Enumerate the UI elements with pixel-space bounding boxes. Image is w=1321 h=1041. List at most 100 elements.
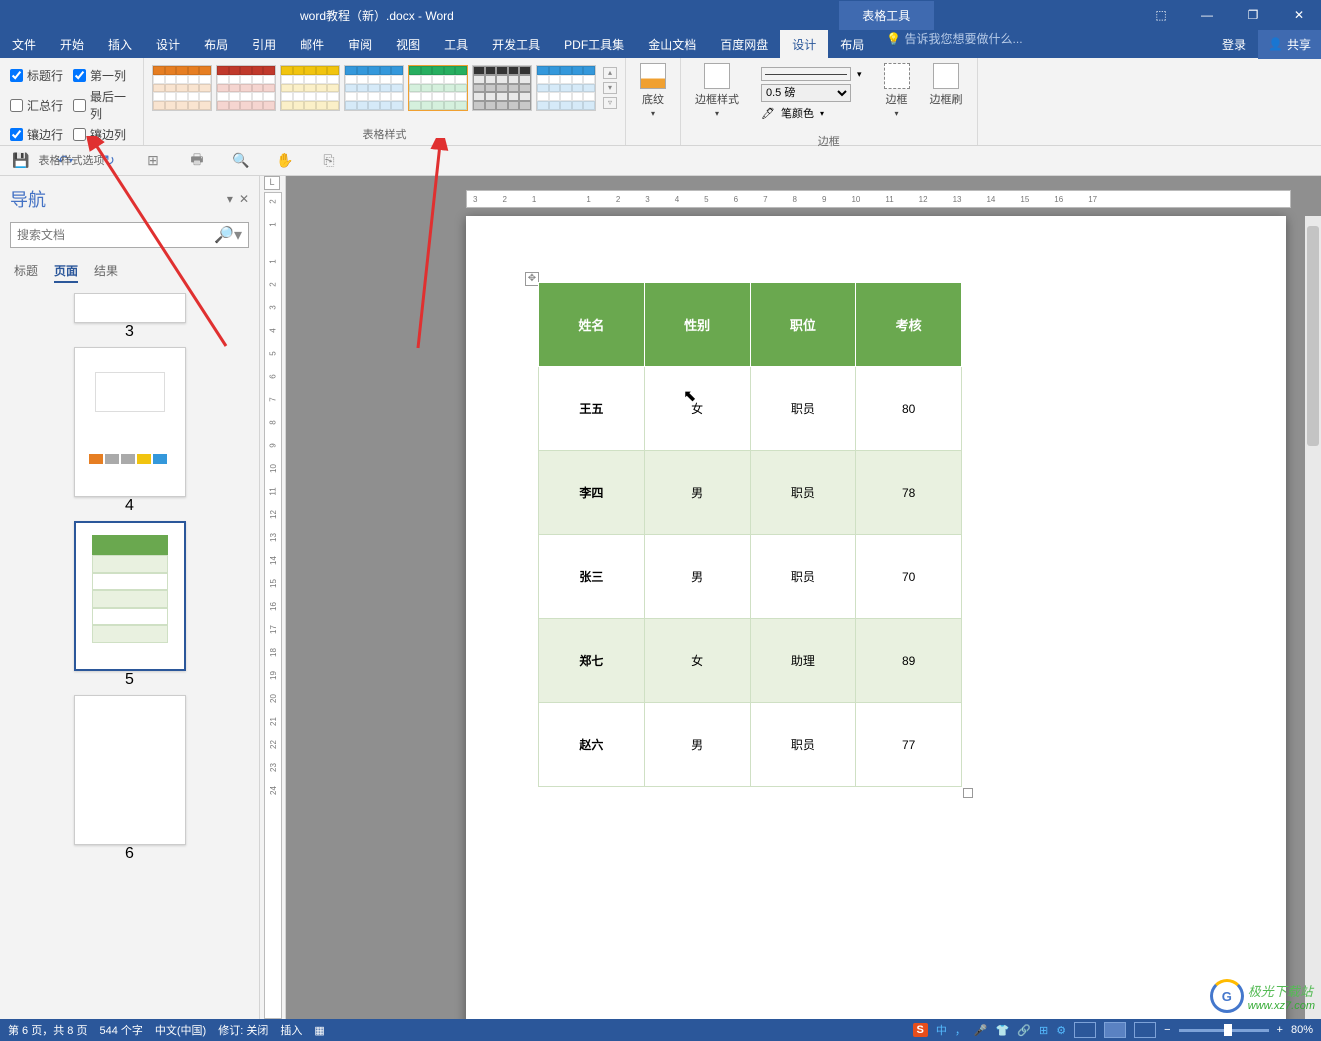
table-style-1[interactable] xyxy=(152,65,212,111)
thumb-page-4[interactable] xyxy=(74,347,186,497)
zoom-level[interactable]: 80% xyxy=(1291,1024,1313,1036)
zoom-in-icon[interactable]: + xyxy=(1277,1024,1283,1036)
nav-tab-headings[interactable]: 标题 xyxy=(14,262,38,283)
ime-sogou-icon[interactable]: S xyxy=(913,1023,928,1037)
ribbon-options-icon[interactable]: ⬚ xyxy=(1139,1,1183,29)
tab-insert[interactable]: 插入 xyxy=(96,30,144,58)
table-cell[interactable]: 李四 xyxy=(539,451,645,535)
table-row[interactable]: 王五女职员80 xyxy=(539,367,962,451)
tab-table-layout[interactable]: 布局 xyxy=(828,30,876,58)
table-row[interactable]: 李四男职员78 xyxy=(539,451,962,535)
view-print-icon[interactable] xyxy=(1104,1022,1126,1038)
borders-button[interactable]: 边框▾ xyxy=(878,61,916,130)
table-cell[interactable]: 男 xyxy=(644,703,750,787)
ime-shirt-icon[interactable]: 👕 xyxy=(996,1024,1010,1037)
table-cell[interactable]: 77 xyxy=(856,703,962,787)
table-cell[interactable]: 助理 xyxy=(750,619,856,703)
table-cell[interactable]: 职员 xyxy=(750,535,856,619)
chk-last-col[interactable]: 最后一列 xyxy=(73,88,133,122)
tab-view[interactable]: 视图 xyxy=(384,30,432,58)
table-header-3[interactable]: 考核 xyxy=(856,283,962,367)
tab-pdf[interactable]: PDF工具集 xyxy=(552,30,636,58)
tab-table-design[interactable]: 设计 xyxy=(780,30,828,58)
status-track[interactable]: 修订: 关闭 xyxy=(218,1022,268,1038)
chk-first-col[interactable]: 第一列 xyxy=(73,67,133,84)
table-resize-handle[interactable] xyxy=(963,788,973,798)
tab-references[interactable]: 引用 xyxy=(240,30,288,58)
zoom-out-icon[interactable]: − xyxy=(1164,1024,1170,1036)
nav-tab-pages[interactable]: 页面 xyxy=(54,262,78,283)
tab-tools[interactable]: 工具 xyxy=(432,30,480,58)
table-style-5[interactable] xyxy=(408,65,468,111)
horizontal-ruler[interactable]: 3211234567891011121314151617 xyxy=(466,190,1291,208)
table-row[interactable]: 张三男职员70 xyxy=(539,535,962,619)
table-row[interactable]: 郑七女助理89 xyxy=(539,619,962,703)
tab-layout[interactable]: 布局 xyxy=(192,30,240,58)
border-style-button[interactable]: 边框样式▾ xyxy=(689,61,745,130)
tell-me-box[interactable]: 💡 告诉我您想要做什么... xyxy=(876,30,1032,58)
table-cell[interactable]: 女 xyxy=(644,367,750,451)
tab-jinshan[interactable]: 金山文档 xyxy=(636,30,708,58)
chk-total-row[interactable]: 汇总行 xyxy=(10,88,63,122)
vertical-scrollbar[interactable] xyxy=(1305,216,1321,1019)
chk-banded-rows[interactable]: 镶边行 xyxy=(10,126,63,143)
tab-mailings[interactable]: 邮件 xyxy=(288,30,336,58)
thumb-page-5[interactable] xyxy=(74,521,186,671)
status-mode[interactable]: 插入 xyxy=(280,1022,302,1038)
share-button[interactable]: 👤共享 xyxy=(1258,30,1321,59)
table-cell[interactable]: 78 xyxy=(856,451,962,535)
table-cell[interactable]: 赵六 xyxy=(539,703,645,787)
ime-link-icon[interactable]: 🔗 xyxy=(1017,1024,1031,1037)
table-cell[interactable]: 王五 xyxy=(539,367,645,451)
ime-grid-icon[interactable]: ⊞ xyxy=(1039,1024,1048,1037)
table-cell[interactable]: 张三 xyxy=(539,535,645,619)
ime-cn[interactable]: 中 xyxy=(936,1022,947,1038)
minimize-button[interactable]: — xyxy=(1185,1,1229,29)
table-style-6[interactable] xyxy=(472,65,532,111)
table-cell[interactable]: 80 xyxy=(856,367,962,451)
styles-expand[interactable]: ▴▾▿ xyxy=(603,65,617,111)
ruler-corner[interactable]: L xyxy=(264,176,280,190)
close-button[interactable]: ✕ xyxy=(1277,1,1321,29)
qat-icon-7[interactable]: ✋ xyxy=(276,152,294,170)
chk-header-row[interactable]: 标题行 xyxy=(10,67,63,84)
status-page[interactable]: 第 6 页，共 8 页 xyxy=(8,1022,87,1038)
table-style-4[interactable] xyxy=(344,65,404,111)
table-cell[interactable]: 女 xyxy=(644,619,750,703)
data-table[interactable]: 姓名性别职位考核 王五女职员80李四男职员78张三男职员70郑七女助理89赵六男… xyxy=(538,282,962,787)
table-header-0[interactable]: 姓名 xyxy=(539,283,645,367)
table-style-3[interactable] xyxy=(280,65,340,111)
tab-baidu[interactable]: 百度网盘 xyxy=(708,30,780,58)
ime-gear-icon[interactable]: ⚙ xyxy=(1056,1024,1066,1037)
status-macro-icon[interactable]: ▦ xyxy=(314,1024,324,1037)
table-cell[interactable]: 89 xyxy=(856,619,962,703)
table-cell[interactable]: 男 xyxy=(644,535,750,619)
table-cell[interactable]: 70 xyxy=(856,535,962,619)
table-cell[interactable]: 郑七 xyxy=(539,619,645,703)
table-cell[interactable]: 职员 xyxy=(750,451,856,535)
tab-review[interactable]: 审阅 xyxy=(336,30,384,58)
thumb-page-6[interactable] xyxy=(74,695,186,845)
table-header-2[interactable]: 职位 xyxy=(750,283,856,367)
table-row[interactable]: 赵六男职员77 xyxy=(539,703,962,787)
border-painter-button[interactable]: 边框刷 xyxy=(924,61,969,130)
pen-color-button[interactable]: 🖊笔颜色▾ xyxy=(761,105,862,121)
qat-icon-8[interactable]: ⎘ xyxy=(320,152,338,170)
maximize-button[interactable]: ❐ xyxy=(1231,1,1275,29)
status-lang[interactable]: 中文(中国) xyxy=(155,1022,206,1038)
table-cell[interactable]: 男 xyxy=(644,451,750,535)
border-line-preview[interactable]: ▾ xyxy=(761,67,862,81)
table-cell[interactable]: 职员 xyxy=(750,367,856,451)
view-web-icon[interactable] xyxy=(1134,1022,1156,1038)
table-header-1[interactable]: 性别 xyxy=(644,283,750,367)
login-button[interactable]: 登录 xyxy=(1210,30,1258,59)
tab-home[interactable]: 开始 xyxy=(48,30,96,58)
tab-file[interactable]: 文件 xyxy=(0,30,48,58)
shading-button[interactable]: 底纹▾ xyxy=(634,61,672,120)
table-style-2[interactable] xyxy=(216,65,276,111)
border-width-select[interactable]: 0.5 磅 xyxy=(761,84,862,102)
zoom-slider[interactable] xyxy=(1179,1029,1269,1032)
table-move-handle[interactable]: ✥ xyxy=(525,272,539,286)
status-words[interactable]: 544 个字 xyxy=(99,1022,142,1038)
view-read-icon[interactable] xyxy=(1074,1022,1096,1038)
